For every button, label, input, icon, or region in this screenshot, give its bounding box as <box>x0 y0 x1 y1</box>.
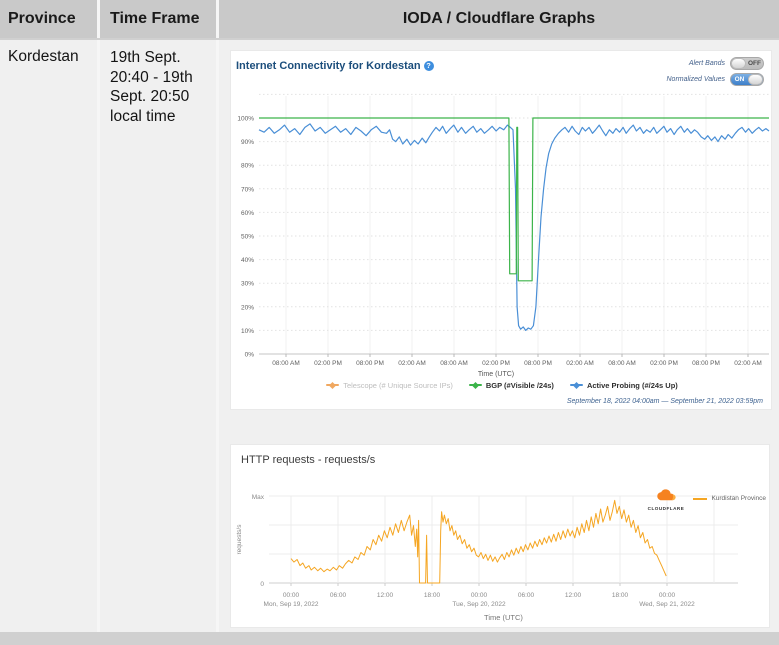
cloudflare-logo: CLOUDFLARE <box>634 489 698 512</box>
ioda-x-tick-label: 08:00 PM <box>356 360 384 367</box>
table-header-row: Province Time Frame IODA / Cloudflare Gr… <box>0 0 779 38</box>
ioda-y-tick-label: 10% <box>241 328 254 335</box>
cf-x-axis-title: Time (UTC) <box>484 613 523 622</box>
cf-x-tick-label: 00:00 <box>471 592 488 599</box>
legend-marker-icon <box>329 381 336 388</box>
legend-line-swatch <box>469 384 482 386</box>
cloudflare-cloud-icon <box>653 489 679 502</box>
series-line <box>259 124 769 331</box>
cf-y-axis-title: requests/s <box>236 524 243 555</box>
ioda-legend: Telescope (# Unique Source IPs) BGP (#Vis… <box>231 381 773 390</box>
ioda-y-tick-label: 70% <box>241 186 254 193</box>
cf-legend-label: Kurdistan Province <box>711 495 766 502</box>
cell-province: Kordestan <box>8 48 93 66</box>
cf-x-tick-label: 00:00 <box>283 592 300 599</box>
cf-y-zero-label: 0 <box>260 581 264 588</box>
ioda-x-tick-label: 08:00 AM <box>272 360 299 367</box>
ioda-chart-title: Internet Connectivity for Kordestan? <box>236 60 434 72</box>
cf-x-date-label: Tue, Sep 20, 2022 <box>452 601 506 608</box>
cell-timeframe: 19th Sept. 20:40 - 19th Sept. 20:50 loca… <box>110 48 214 126</box>
cf-x-tick-label: 18:00 <box>424 592 441 599</box>
cf-x-tick-label: 06:00 <box>330 592 347 599</box>
ioda-y-tick-label: 40% <box>241 257 254 264</box>
ioda-x-tick-label: 08:00 AM <box>440 360 467 367</box>
ioda-x-tick-label: 02:00 AM <box>734 360 761 367</box>
ioda-x-tick-label: 02:00 AM <box>398 360 425 367</box>
ioda-y-tick-label: 100% <box>237 116 254 123</box>
legend-line-swatch <box>570 384 583 386</box>
cf-x-tick-label: 06:00 <box>518 592 535 599</box>
legend-marker-icon <box>472 381 479 388</box>
legend-line-swatch <box>326 384 339 386</box>
legend-line-swatch <box>693 498 707 500</box>
cf-legend[interactable]: Kurdistan Province <box>693 495 766 502</box>
ioda-title-text: Internet Connectivity for Kordestan <box>236 60 421 72</box>
ioda-x-tick-label: 02:00 AM <box>566 360 593 367</box>
legend-item-label: BGP (#Visible /24s) <box>486 381 554 390</box>
page: Province Time Frame IODA / Cloudflare Gr… <box>0 0 779 645</box>
ioda-toggles: Alert Bands OFF Normalized Values ON <box>667 56 765 88</box>
column-header-graphs: IODA / Cloudflare Graphs <box>219 0 779 38</box>
ioda-y-tick-label: 30% <box>241 281 254 288</box>
ioda-y-tick-label: 50% <box>241 234 254 241</box>
alert-bands-toggle[interactable]: OFF <box>730 57 764 70</box>
normalized-values-label: Normalized Values <box>667 76 726 83</box>
ioda-x-tick-label: 02:00 PM <box>482 360 510 367</box>
cf-x-tick-label: 18:00 <box>612 592 629 599</box>
column-divider <box>216 40 219 632</box>
ioda-date-range: September 18, 2022 04:00am — September 2… <box>567 398 763 405</box>
cf-chart-title: HTTP requests - requests/s <box>241 454 375 466</box>
cloudflare-card: HTTP requests - requests/s Max 0 requests/… <box>230 444 770 628</box>
cf-y-max-label: Max <box>252 494 265 501</box>
ioda-x-axis-title: Time (UTC) <box>478 371 514 378</box>
normalized-values-toggle[interactable]: ON <box>730 73 764 86</box>
cf-x-tick-label: 12:00 <box>565 592 582 599</box>
ioda-legend-item[interactable]: Telescope (# Unique Source IPs) <box>326 381 453 390</box>
alert-bands-label: Alert Bands <box>689 60 725 67</box>
ioda-y-tick-label: 80% <box>241 163 254 170</box>
ioda-legend-item[interactable]: BGP (#Visible /24s) <box>469 381 554 390</box>
ioda-card: Internet Connectivity for Kordestan? Ale… <box>230 50 772 410</box>
toggle-state-label: ON <box>731 76 748 83</box>
ioda-legend-item[interactable]: Active Probing (#/24s Up) <box>570 381 678 390</box>
help-icon[interactable]: ? <box>424 61 434 71</box>
ioda-chart-plot[interactable]: 0% 10% 20% 30% 40% 50% 60% 70% 80% 90% 100% 08:00 A… <box>231 87 773 379</box>
ioda-x-tick-label: 02:00 PM <box>314 360 342 367</box>
legend-item-label: Telescope (# Unique Source IPs) <box>343 381 453 390</box>
column-divider <box>97 40 100 632</box>
legend-item-label: Active Probing (#/24s Up) <box>587 381 678 390</box>
cloudflare-logo-text: CLOUDFLARE <box>634 507 698 512</box>
legend-marker-icon <box>573 381 580 388</box>
ioda-x-tick-label: 08:00 PM <box>524 360 552 367</box>
toggle-state-label: OFF <box>746 60 763 67</box>
ioda-y-tick-label: 20% <box>241 304 254 311</box>
column-header-province: Province <box>0 0 97 38</box>
cf-x-date-label: Wed, Sep 21, 2022 <box>639 601 695 608</box>
ioda-x-tick-label: 02:00 PM <box>650 360 678 367</box>
ioda-y-tick-label: 0% <box>245 352 255 359</box>
toggle-knob <box>748 74 763 85</box>
ioda-y-tick-label: 90% <box>241 139 254 146</box>
cf-x-tick-label: 12:00 <box>377 592 394 599</box>
column-header-timeframe: Time Frame <box>100 0 216 38</box>
ioda-x-tick-label: 08:00 AM <box>608 360 635 367</box>
ioda-y-tick-label: 60% <box>241 210 254 217</box>
cf-x-date-label: Mon, Sep 19, 2022 <box>264 601 319 608</box>
cf-x-tick-label: 00:00 <box>659 592 676 599</box>
ioda-x-tick-label: 08:00 PM <box>692 360 720 367</box>
toggle-knob <box>731 58 746 69</box>
